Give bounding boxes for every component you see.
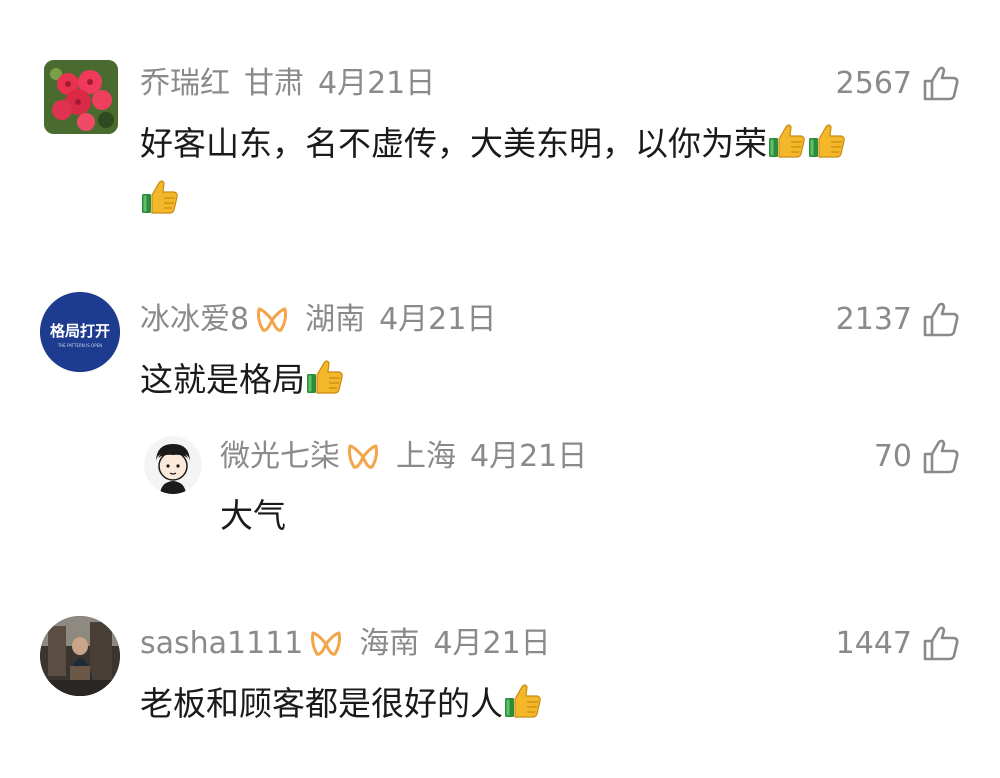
avatar[interactable]: 格局打开 THE PATTERN IS OPEN <box>40 292 120 372</box>
like-count: 2137 <box>835 302 912 337</box>
date: 4月21日 <box>379 302 497 337</box>
svg-text:格局打开: 格局打开 <box>50 322 110 340</box>
thumbs-up-icon <box>922 302 960 338</box>
vip-badge-icon <box>346 443 380 471</box>
thumbs-up-emoji-icon <box>503 681 543 721</box>
vip-badge-icon <box>309 630 343 658</box>
region: 上海 <box>396 439 456 474</box>
thumbs-up-emoji-icon <box>140 177 180 217</box>
like-button[interactable]: 2137 <box>836 300 960 340</box>
date: 4月21日 <box>433 626 551 661</box>
username[interactable]: 微光七柒 <box>220 437 340 477</box>
comment-text: 老板和顾客都是很好的人 <box>140 676 543 732</box>
like-button[interactable]: 2567 <box>836 64 960 104</box>
like-button[interactable]: 70 <box>874 437 960 477</box>
svg-text:THE PATTERN IS OPEN: THE PATTERN IS OPEN <box>57 343 102 348</box>
reply-meta: 微光七柒 上海 4月21日 <box>220 437 587 477</box>
thumbs-up-emoji-icon <box>807 121 847 161</box>
like-count: 1447 <box>835 626 912 661</box>
avatar[interactable] <box>40 616 120 696</box>
thumbs-up-emoji-icon <box>305 357 345 397</box>
username[interactable]: sasha1111 <box>140 624 303 664</box>
reply-avatar[interactable] <box>144 436 202 494</box>
date: 4月21日 <box>470 439 588 474</box>
like-count: 70 <box>873 439 912 474</box>
username[interactable]: 冰冰爱8 <box>140 300 249 340</box>
username[interactable]: 乔瑞红 <box>140 64 230 104</box>
thumbs-up-icon <box>922 439 960 475</box>
comment-text: 这就是格局 <box>140 352 345 408</box>
cartoon-boy-avatar-icon <box>144 436 202 494</box>
red-flowers-avatar-icon <box>44 60 118 134</box>
like-button[interactable]: 1447 <box>836 624 960 664</box>
photo-avatar-icon <box>40 616 120 696</box>
reply-text: 大气 <box>220 496 286 535</box>
like-count: 2567 <box>835 66 912 101</box>
avatar[interactable] <box>44 60 118 134</box>
comment-meta: sasha1111 海南 4月21日 <box>140 624 551 664</box>
region: 湖南 <box>305 302 366 337</box>
vip-badge-icon <box>255 306 289 334</box>
avatar-text-badge: 格局打开 THE PATTERN IS OPEN <box>40 292 120 372</box>
thumbs-up-emoji-icon <box>767 121 807 161</box>
comment-meta: 冰冰爱8 湖南 4月21日 <box>140 300 496 340</box>
comment-meta: 乔瑞红 甘肃 4月21日 <box>140 64 435 104</box>
date: 4月21日 <box>318 66 436 101</box>
region: 甘肃 <box>244 66 304 101</box>
comment-text: 好客山东，名不虚传，大美东明，以你为荣 <box>140 116 970 228</box>
thumbs-up-icon <box>922 66 960 102</box>
thumbs-up-icon <box>922 626 960 662</box>
region: 海南 <box>359 626 420 661</box>
